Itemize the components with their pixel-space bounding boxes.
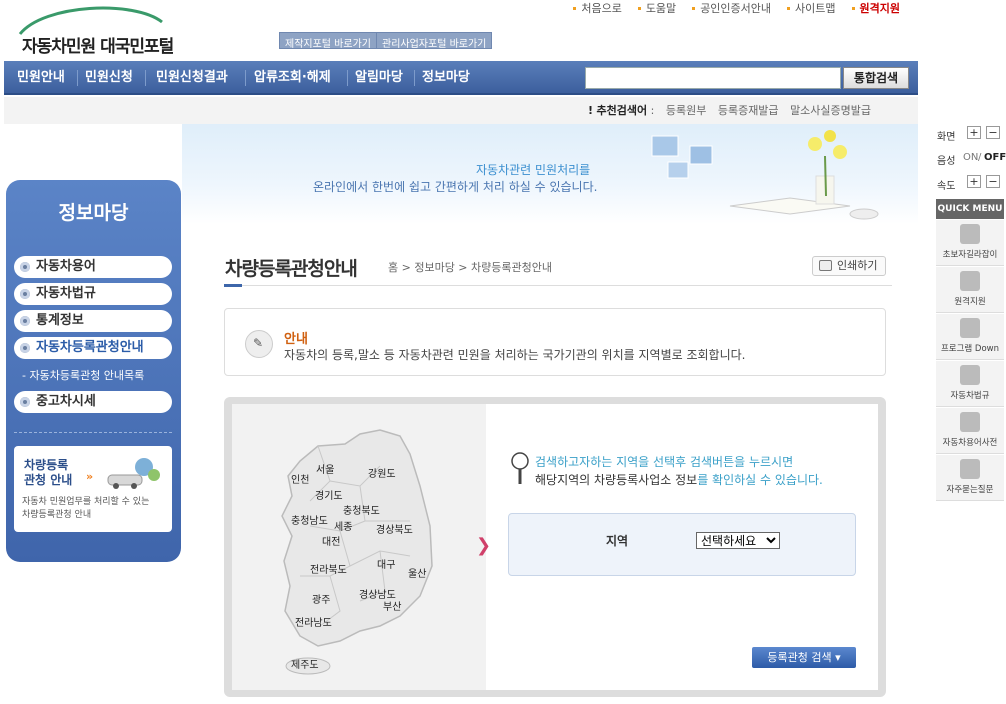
region-daejeon[interactable]: 대전 xyxy=(322,533,340,548)
recommend-label: 추천검색어 xyxy=(596,104,648,117)
region-chungnam[interactable]: 충청남도 xyxy=(291,512,328,527)
book-icon xyxy=(960,224,980,244)
screen-label: 화면 xyxy=(937,132,956,143)
util-cert-link[interactable]: 공인인증서안내 xyxy=(684,0,779,16)
util-remote-link[interactable]: 원격지원 xyxy=(844,0,908,16)
quick-vehicle-law[interactable]: 자동차법규 xyxy=(936,361,1004,407)
exclamation-icon: ! xyxy=(588,104,594,117)
page-title: 차량등록관청안내 xyxy=(225,258,358,280)
title-underline xyxy=(224,285,892,286)
keyword-link[interactable]: 등록증재발급 xyxy=(718,104,779,117)
sidebar-item-statistics[interactable]: 통계정보 xyxy=(14,310,172,332)
quick-faq[interactable]: 자주묻는질문 xyxy=(936,455,1004,501)
region-jeonnam[interactable]: 전라남도 xyxy=(295,614,332,629)
banner-line2: 온라인에서 한번에 쉽고 간편하게 처리 하실 수 있습니다. xyxy=(313,180,598,194)
voice-on-button[interactable]: ON xyxy=(963,152,978,163)
maker-portal-link[interactable]: 제작지포털 바로가기 xyxy=(279,32,377,50)
banner-line1: 자동차관련 민원처리를 xyxy=(476,163,591,177)
nav-notice[interactable]: 알림마당 xyxy=(348,61,410,95)
utility-links: 처음으로 도움말 공인인증서안내 사이트맵 원격지원 xyxy=(565,0,908,16)
region-label: 지역 xyxy=(606,534,629,548)
region-chungbuk[interactable]: 충청북도 xyxy=(343,502,380,517)
region-gyeongbuk[interactable]: 경상북도 xyxy=(376,521,413,536)
zoom-in-button[interactable]: + xyxy=(967,126,981,139)
speed-down-button[interactable]: − xyxy=(986,175,1000,188)
nav-divider xyxy=(145,70,146,86)
util-home-link[interactable]: 처음으로 xyxy=(565,0,629,16)
question-icon xyxy=(960,459,980,479)
quick-menu-title: QUICK MENU xyxy=(936,199,1004,219)
nav-civil-result[interactable]: 민원신청결과 xyxy=(149,61,235,95)
registry-search-button[interactable]: 등록관청 검색 ▾ xyxy=(752,647,856,668)
voice-off-button[interactable]: OFF xyxy=(984,152,1006,163)
sidebar-divider xyxy=(14,432,172,433)
util-help-link[interactable]: 도움말 xyxy=(630,0,684,16)
notice-description: 자동차의 등록,말소 등 자동차관련 민원을 처리하는 국가기관의 위치를 지역… xyxy=(284,348,746,362)
print-button[interactable]: 인쇄하기 xyxy=(812,256,886,276)
region-busan[interactable]: 부산 xyxy=(383,598,401,613)
quick-remote-support[interactable]: 원격지원 xyxy=(936,267,1004,313)
guide-line1: 검색하고자하는 지역을 선택후 검색버튼을 누르시면 xyxy=(535,455,794,469)
sidebar-item-vehicle-law[interactable]: 자동차법규 xyxy=(14,283,172,305)
region-select[interactable]: 선택하세요 xyxy=(696,532,780,549)
integrated-search-input[interactable] xyxy=(585,67,841,89)
nav-divider xyxy=(245,70,246,86)
region-incheon[interactable]: 인천 xyxy=(291,471,309,486)
nav-seizure[interactable]: 압류조회·해제 xyxy=(247,61,338,95)
chevron-right-icon: ❯ xyxy=(476,535,492,556)
car-icon xyxy=(960,365,980,385)
region-jeju[interactable]: 제주도 xyxy=(291,656,319,671)
pencil-glyph-icon: ✎ xyxy=(253,336,264,350)
nav-civil-guide[interactable]: 민원안내 xyxy=(10,61,72,95)
sidebar-item-used-car-price[interactable]: 중고차시세 xyxy=(14,391,172,413)
monitor-icon xyxy=(960,318,980,338)
quick-vehicle-dictionary[interactable]: 자동차용어사전 xyxy=(936,408,1004,454)
region-gyeonggi[interactable]: 경기도 xyxy=(315,487,343,502)
nav-info[interactable]: 정보마당 xyxy=(415,61,477,95)
integrated-search-button[interactable]: 통합검색 xyxy=(843,67,909,89)
region-ulsan[interactable]: 울산 xyxy=(408,565,426,580)
region-gwangju[interactable]: 광주 xyxy=(312,591,330,606)
title-underline-accent xyxy=(224,284,242,287)
magnifier-icon xyxy=(511,452,529,484)
voice-label: 음성 xyxy=(937,156,956,167)
banner-illustration xyxy=(651,130,879,220)
notice-box xyxy=(224,308,886,376)
region-seoul[interactable]: 서울 xyxy=(316,461,334,476)
keyword-link[interactable]: 등록원부 xyxy=(666,104,706,117)
chevron-down-icon: ▾ xyxy=(835,651,841,664)
region-daegu[interactable]: 대구 xyxy=(377,556,395,571)
region-jeonbuk[interactable]: 전라북도 xyxy=(310,561,347,576)
zoom-out-button[interactable]: − xyxy=(986,126,1000,139)
breadcrumb: 홈 > 정보마당 > 차량등록관청안내 xyxy=(388,261,552,274)
region-form xyxy=(508,513,856,576)
sidebar-item-vehicle-terms[interactable]: 자동차용어 xyxy=(14,256,172,278)
sidebar-item-registry-office[interactable]: 자동차등록관청안내 xyxy=(14,337,172,359)
manager-portal-link[interactable]: 관리사업자포털 바로가기 xyxy=(376,32,493,50)
site-logo[interactable]: 자동차민원 대국민포털 xyxy=(22,32,174,57)
region-sejong[interactable]: 세종 xyxy=(334,518,352,533)
promo-description: 자동차 민원업무를 처리할 수 있는 차량등록관청 안내 xyxy=(22,497,150,520)
wrench-icon xyxy=(960,412,980,432)
recommend-keywords: ! 추천검색어 : 등록원부 등록증재발급 말소사실증명발급 xyxy=(588,104,872,117)
sidebar-subitem-office-list[interactable]: - 자동차등록관청 안내목록 xyxy=(22,367,144,383)
printer-icon xyxy=(819,260,832,271)
promo-title: 차량등록 관청 안내 xyxy=(24,458,73,487)
region-gangwon[interactable]: 강원도 xyxy=(368,465,396,480)
sidebar-title: 정보마당 xyxy=(58,202,129,224)
speed-up-button[interactable]: + xyxy=(967,175,981,188)
nav-civil-apply[interactable]: 민원신청 xyxy=(78,61,140,95)
quick-program-download[interactable]: 프로그램 Down xyxy=(936,314,1004,360)
guide-line2: 해당지역의 차량등록사업소 정보를 확인하실 수 있습니다. xyxy=(535,473,823,487)
quick-beginner-guide[interactable]: 초보자길라잡이 xyxy=(936,220,1004,266)
double-arrow-icon: » xyxy=(86,470,94,483)
keyword-link[interactable]: 말소사실증명발급 xyxy=(790,104,871,117)
util-sitemap-link[interactable]: 사이트맵 xyxy=(779,0,843,16)
korea-map[interactable] xyxy=(270,426,440,676)
tools-icon xyxy=(960,271,980,291)
notice-title: 안내 xyxy=(284,332,308,347)
speed-label: 속도 xyxy=(937,181,956,192)
car-gear-icon xyxy=(107,458,160,489)
